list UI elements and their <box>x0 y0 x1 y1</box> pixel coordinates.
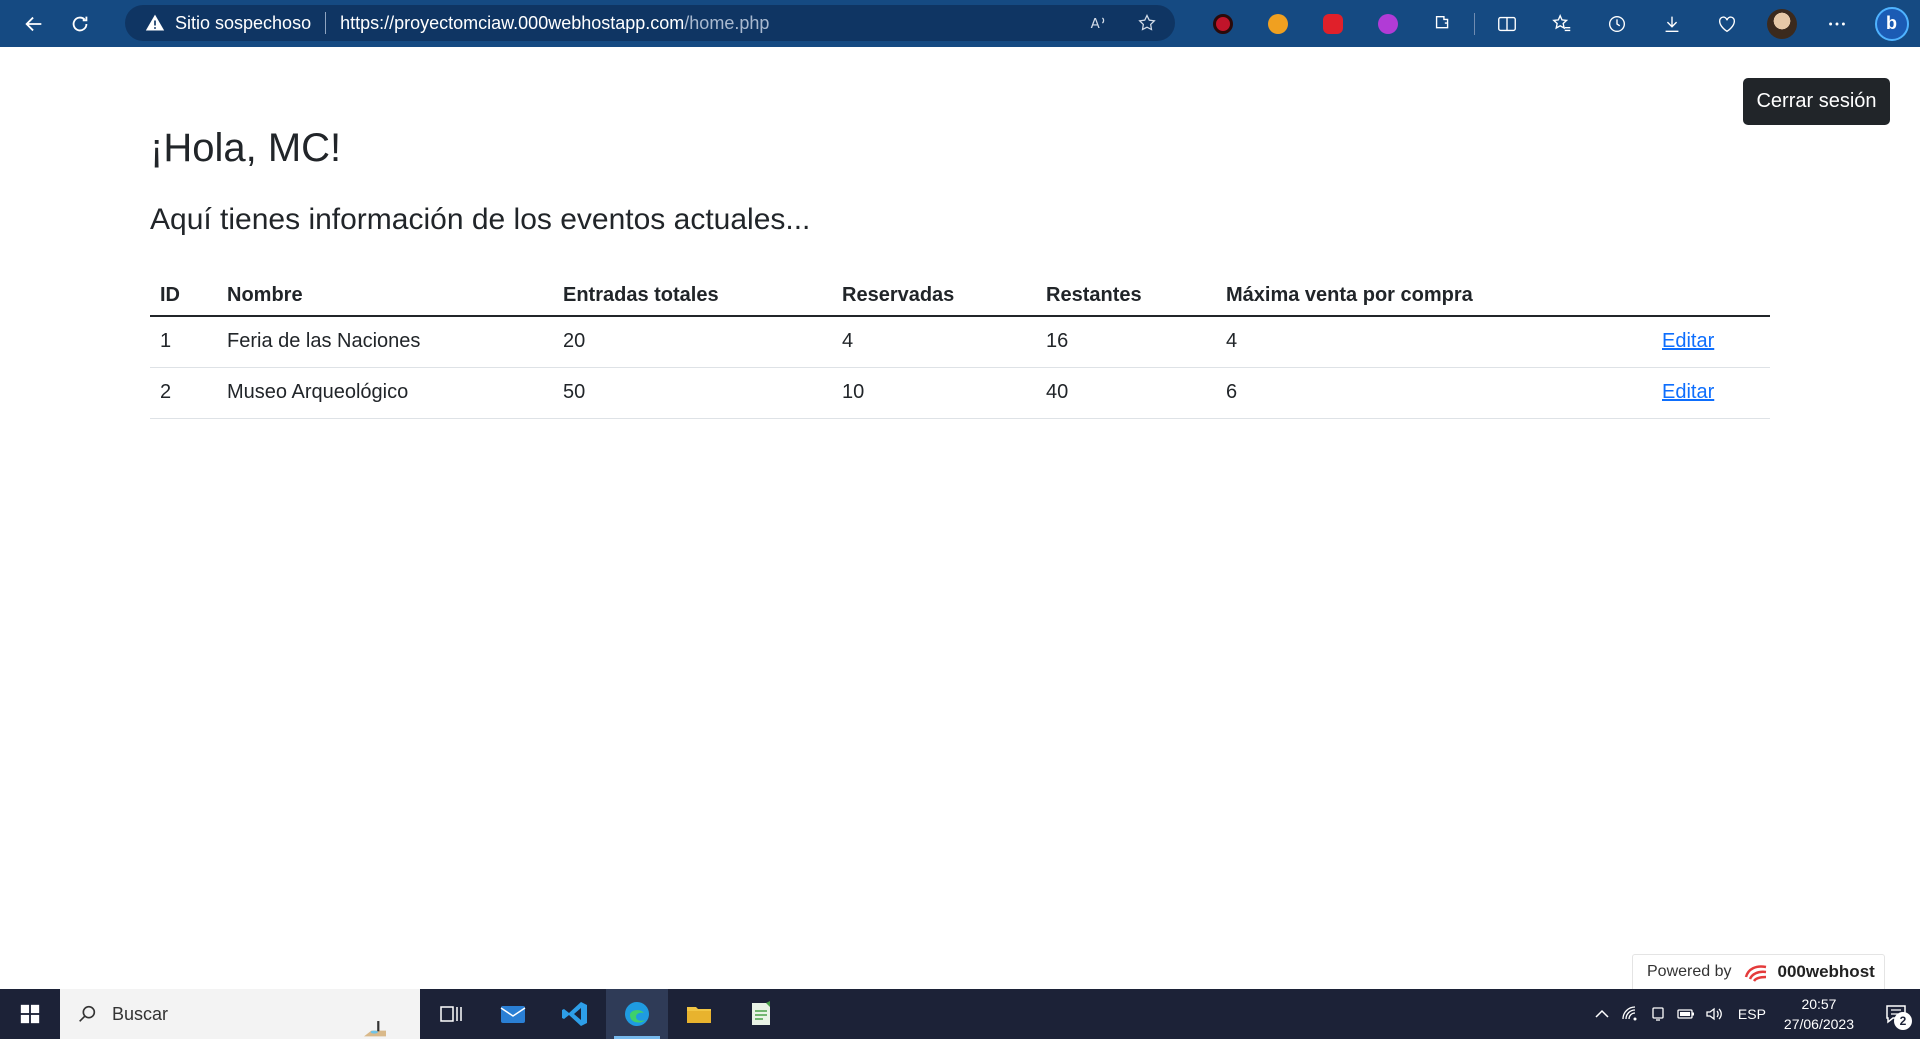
edge-icon <box>625 1002 649 1026</box>
clock[interactable]: 20:57 27/06/2023 <box>1784 994 1854 1034</box>
task-view-button[interactable] <box>420 989 482 1039</box>
search-highlight-illustration-icon <box>364 1021 386 1037</box>
webhost-logo-icon <box>1744 965 1766 982</box>
extensions-puzzle-icon[interactable] <box>1415 0 1470 47</box>
powered-by-label: Powered by <box>1647 963 1732 980</box>
split-screen-icon[interactable] <box>1479 0 1534 47</box>
back-button[interactable] <box>12 4 56 44</box>
address-bar[interactable]: Sitio sospechoso https://proyectomciaw.0… <box>125 5 1175 41</box>
search-icon <box>79 1005 96 1022</box>
column-header-restantes: Restantes <box>1036 275 1216 317</box>
system-tray: ESP 20:57 27/06/2023 2 <box>1588 989 1920 1039</box>
logout-button[interactable]: Cerrar sesión <box>1743 78 1890 125</box>
performance-icon[interactable] <box>1699 0 1754 47</box>
cell-id: 2 <box>150 367 217 419</box>
extension-purple-icon[interactable] <box>1360 0 1415 47</box>
column-header-nombre: Nombre <box>217 275 553 317</box>
cell-actions: Editar <box>1652 367 1770 419</box>
url-host: https://proyectomciaw.000webhostapp.com <box>340 12 685 33</box>
page-title: ¡Hola, MC! <box>150 126 342 170</box>
table-row: 1 Feria de las Naciones 20 4 16 4 Editar <box>150 316 1770 368</box>
edit-link[interactable]: Editar <box>1662 330 1714 352</box>
edit-link[interactable]: Editar <box>1662 381 1714 403</box>
powered-by-brand: 000webhost <box>1777 962 1875 981</box>
url-path: /home.php <box>684 12 770 33</box>
notification-count-badge: 2 <box>1894 1012 1912 1030</box>
start-button[interactable] <box>0 989 60 1039</box>
cell-restantes: 16 <box>1036 316 1216 368</box>
cell-nombre: Feria de las Naciones <box>217 316 553 368</box>
warning-icon <box>145 14 165 31</box>
taskbar: Buscar ESP 20:57 27/06/2023 2 <box>0 989 1920 1039</box>
column-header-reservadas: Reservadas <box>832 275 1036 317</box>
battery-icon[interactable] <box>1672 1005 1700 1023</box>
mail-app[interactable] <box>482 989 544 1039</box>
page-subtitle: Aquí tienes información de los eventos a… <box>150 203 811 236</box>
clock-time: 20:57 <box>1801 996 1837 1012</box>
cell-restantes: 40 <box>1036 367 1216 419</box>
cell-entradas-totales: 20 <box>553 316 832 368</box>
security-label[interactable]: Sitio sospechoso <box>175 13 311 34</box>
network-icon[interactable] <box>1616 1005 1644 1023</box>
windows-logo-icon <box>20 1004 40 1024</box>
notepad-icon <box>752 1001 770 1025</box>
notification-center-button[interactable]: 2 <box>1872 989 1920 1039</box>
mail-icon <box>500 1006 526 1023</box>
extension-red-icon[interactable] <box>1195 0 1250 47</box>
favorites-icon[interactable] <box>1534 0 1589 47</box>
show-hidden-icons-chevron-icon[interactable] <box>1588 1005 1616 1023</box>
cell-maxima-venta: 6 <box>1216 367 1652 419</box>
taskbar-search[interactable]: Buscar <box>60 989 420 1039</box>
extension-orange-icon[interactable] <box>1250 0 1305 47</box>
history-icon[interactable] <box>1589 0 1644 47</box>
refresh-icon <box>72 16 88 31</box>
table-header-row: ID Nombre Entradas totales Reservadas Re… <box>150 275 1770 317</box>
notepad-app[interactable] <box>730 989 792 1039</box>
clock-date: 27/06/2023 <box>1783 1016 1854 1032</box>
vscode-icon <box>562 1002 587 1026</box>
extension-hand-icon[interactable] <box>1305 0 1360 47</box>
events-table: ID Nombre Entradas totales Reservadas Re… <box>150 275 1770 419</box>
back-arrow-icon <box>25 16 42 31</box>
refresh-button[interactable] <box>58 4 102 44</box>
device-icon[interactable] <box>1644 1005 1672 1023</box>
file-explorer-app[interactable] <box>668 989 730 1039</box>
table-row: 2 Museo Arqueológico 50 10 40 6 Editar <box>150 367 1770 419</box>
toolbar-divider <box>1474 12 1475 35</box>
task-view-icon <box>440 1006 462 1022</box>
column-header-entradas-totales: Entradas totales <box>553 275 832 317</box>
search-placeholder: Buscar <box>112 1003 169 1024</box>
profile-avatar[interactable] <box>1754 0 1809 47</box>
cell-actions: Editar <box>1652 316 1770 368</box>
cell-reservadas: 4 <box>832 316 1036 368</box>
cell-maxima-venta: 4 <box>1216 316 1652 368</box>
more-options-icon[interactable] <box>1809 0 1864 47</box>
edge-app[interactable] <box>606 989 668 1039</box>
read-aloud-icon[interactable]: A <box>1089 13 1109 33</box>
volume-icon[interactable] <box>1700 1005 1728 1023</box>
column-header-id: ID <box>150 275 217 317</box>
powered-by-badge[interactable]: Powered by 000webhost <box>1632 954 1885 990</box>
column-header-maxima-venta: Máxima venta por compra <box>1216 275 1652 317</box>
bing-chat-icon[interactable]: b <box>1864 0 1919 47</box>
svg-text:A: A <box>1091 17 1100 32</box>
address-separator <box>325 12 327 34</box>
browser-toolbar: Sitio sospechoso https://proyectomciaw.0… <box>0 0 1920 47</box>
favorite-star-icon[interactable] <box>1137 13 1157 33</box>
column-header-actions <box>1652 275 1770 317</box>
cell-reservadas: 10 <box>832 367 1036 419</box>
cell-id: 1 <box>150 316 217 368</box>
folder-icon <box>687 1007 711 1023</box>
downloads-icon[interactable] <box>1644 0 1699 47</box>
cell-nombre: Museo Arqueológico <box>217 367 553 419</box>
vscode-app[interactable] <box>544 989 606 1039</box>
language-indicator[interactable]: ESP <box>1738 1006 1766 1022</box>
cell-entradas-totales: 50 <box>553 367 832 419</box>
